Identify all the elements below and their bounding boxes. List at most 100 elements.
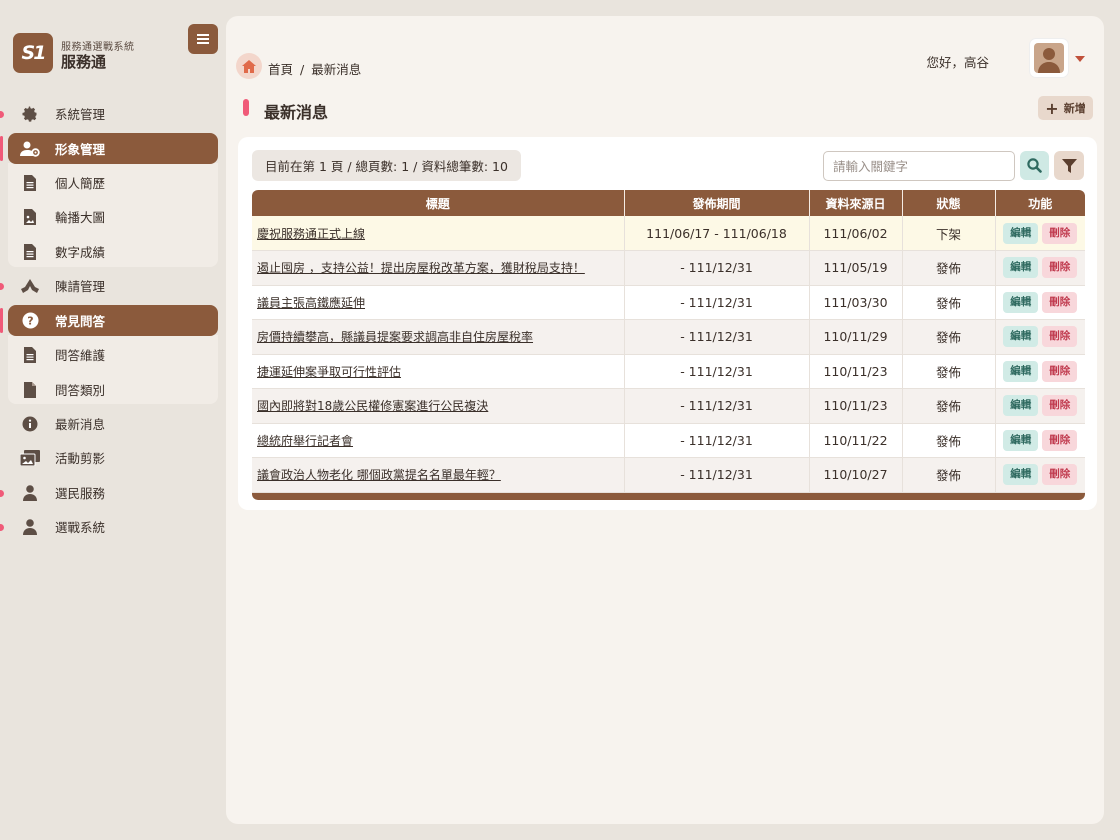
brand-logo: S1 [13, 33, 53, 73]
delete-button[interactable]: 刪除 [1042, 326, 1078, 348]
sidebar-item-carousel[interactable]: 輪播大圖 [8, 201, 218, 232]
edit-button[interactable]: 編輯 [1003, 291, 1039, 313]
sidebar-item-label: 數字成績 [55, 245, 106, 260]
menu-toggle-button[interactable] [188, 24, 218, 54]
status-badge: 發佈 [902, 354, 996, 389]
sidebar-item-label: 常見問答 [55, 314, 106, 329]
edit-button[interactable]: 編輯 [1003, 222, 1039, 244]
sidebar-item-label: 系統管理 [55, 107, 106, 122]
news-title-link[interactable]: 議員主張高鐵應延伸 [252, 285, 625, 320]
news-title-link[interactable]: 捷運延伸案爭取可行性評估 [252, 354, 625, 389]
search-input[interactable] [823, 151, 1015, 181]
user-gear-icon [20, 139, 40, 159]
page-title: 最新消息 [264, 103, 329, 122]
column-header-source-date[interactable]: 資料來源日 [809, 190, 903, 216]
edit-button[interactable]: 編輯 [1003, 257, 1039, 279]
status-badge: 發佈 [902, 319, 996, 355]
filter-button[interactable] [1054, 151, 1084, 180]
question-circle-icon: ? [20, 311, 40, 331]
delete-button[interactable]: 刪除 [1042, 360, 1078, 382]
edit-button[interactable]: 編輯 [1003, 464, 1039, 486]
sidebar-item-faq[interactable]: ? 常見問答 [8, 305, 218, 336]
table-row: 議會政治人物老化 哪個政黨提名名單最年輕？ - 111/12/31 110/10… [252, 457, 1085, 493]
news-title-link[interactable]: 房價持續攀高，縣議員提案要求調高非自住房屋稅率 [252, 319, 625, 355]
row-actions: 編輯 刪除 [995, 423, 1085, 458]
document-icon [20, 242, 40, 262]
add-button[interactable]: + 新增 [1038, 96, 1093, 120]
status-badge: 發佈 [902, 285, 996, 320]
sidebar-item-faq-maintenance[interactable]: 問答維護 [8, 339, 218, 370]
sidebar-item-label: 選民服務 [55, 486, 106, 501]
status-badge: 發佈 [902, 457, 996, 493]
sidebar-item-label: 最新消息 [55, 417, 106, 432]
breadcrumb-separator: / [300, 62, 305, 77]
row-actions: 編輯 刪除 [995, 388, 1085, 424]
sidebar-item-campaign[interactable]: 選戰系統 [8, 511, 218, 542]
source-date: 110/11/22 [809, 423, 903, 458]
sidebar-item-label: 問答維護 [55, 348, 106, 363]
sidebar-item-activities[interactable]: 活動剪影 [8, 442, 218, 473]
table-row: 議員主張高鐵應延伸 - 111/12/31 111/03/30 發佈 編輯 刪除 [252, 285, 1085, 320]
sidebar-item-label: 形象管理 [55, 142, 106, 157]
title-accent [243, 99, 249, 116]
column-header-title[interactable]: 標題 [252, 190, 625, 216]
user-menu-caret-icon[interactable] [1075, 56, 1085, 62]
sidebar-item-scores[interactable]: 數字成績 [8, 236, 218, 267]
sidebar-item-faq-categories[interactable]: 問答類別 [8, 374, 218, 405]
breadcrumb: 首頁 / 最新消息 [268, 59, 361, 78]
news-title-link[interactable]: 議會政治人物老化 哪個政黨提名名單最年輕？ [252, 457, 625, 493]
avatar-icon [1038, 48, 1060, 73]
news-title-link[interactable]: 總統府舉行記者會 [252, 423, 625, 458]
edit-button[interactable]: 編輯 [1003, 326, 1039, 348]
delete-button[interactable]: 刪除 [1042, 464, 1078, 486]
user-avatar[interactable] [1030, 39, 1068, 77]
sidebar-item-image[interactable]: 形象管理 [8, 133, 218, 164]
pagination-info: 目前在第 1 頁 / 總頁數: 1 / 資料總筆數: 10 [252, 150, 521, 181]
sidebar-item-petitions[interactable]: 陳請管理 [8, 270, 218, 301]
row-actions: 編輯 刪除 [995, 354, 1085, 389]
sidebar-item-voter-service[interactable]: 選民服務 [8, 477, 218, 508]
news-list-card: 目前在第 1 頁 / 總頁數: 1 / 資料總筆數: 10 標題 發佈期間 資料… [238, 137, 1097, 510]
notification-dot [0, 111, 4, 118]
delete-button[interactable]: 刪除 [1042, 291, 1078, 313]
source-date: 111/06/02 [809, 216, 903, 251]
table-footer [252, 492, 1085, 500]
news-title-link[interactable]: 慶祝服務通正式上線 [252, 216, 625, 251]
delete-button[interactable]: 刪除 [1042, 257, 1078, 279]
column-header-period[interactable]: 發佈期間 [624, 190, 810, 216]
sidebar-item-label: 問答類別 [55, 383, 106, 398]
hands-icon [20, 276, 40, 296]
source-date: 111/03/30 [809, 285, 903, 320]
sidebar-item-news[interactable]: 最新消息 [8, 408, 218, 439]
main-panel: 首頁 / 最新消息 您好，高谷 最新消息 + 新增 目前在第 1 頁 / 總頁數… [226, 16, 1104, 824]
edit-button[interactable]: 編輯 [1003, 429, 1039, 451]
source-date: 110/10/27 [809, 457, 903, 493]
hamburger-icon [197, 34, 209, 44]
notification-dot [0, 283, 4, 290]
source-date: 111/05/19 [809, 250, 903, 286]
source-date: 110/11/23 [809, 354, 903, 389]
delete-button[interactable]: 刪除 [1042, 222, 1078, 244]
column-header-status[interactable]: 狀態 [902, 190, 996, 216]
home-icon[interactable] [236, 53, 262, 79]
delete-button[interactable]: 刪除 [1042, 429, 1078, 451]
edit-button[interactable]: 編輯 [1003, 395, 1039, 417]
edit-button[interactable]: 編輯 [1003, 360, 1039, 382]
row-actions: 編輯 刪除 [995, 216, 1085, 251]
news-title-link[interactable]: 遏止囤房 ，支持公益！提出房屋稅改革方案，獲財稅局支持！ [252, 250, 625, 286]
table-row: 捷運延伸案爭取可行性評估 - 111/12/31 110/11/23 發佈 編輯… [252, 354, 1085, 389]
plus-icon: + [1045, 98, 1059, 118]
breadcrumb-home[interactable]: 首頁 [268, 62, 293, 77]
active-indicator [0, 136, 3, 161]
search-button[interactable] [1020, 151, 1049, 180]
row-actions: 編輯 刪除 [995, 250, 1085, 286]
sidebar-item-label: 選戰系統 [55, 520, 106, 535]
table-row: 遏止囤房 ，支持公益！提出房屋稅改革方案，獲財稅局支持！ - 111/12/31… [252, 250, 1085, 286]
sidebar-item-label: 陳請管理 [55, 279, 106, 294]
add-button-label: 新增 [1063, 102, 1086, 115]
sidebar-item-profile[interactable]: 個人簡歷 [8, 167, 218, 198]
sidebar: S1 服務通選戰系統 服務通 系統管理 形象管理 個人簡歷 輪播大圖 數字成績 … [0, 0, 226, 840]
news-title-link[interactable]: 國內即將對18歲公民權修憲案進行公民複決 [252, 388, 625, 424]
sidebar-item-system[interactable]: 系統管理 [8, 98, 218, 129]
delete-button[interactable]: 刪除 [1042, 395, 1078, 417]
